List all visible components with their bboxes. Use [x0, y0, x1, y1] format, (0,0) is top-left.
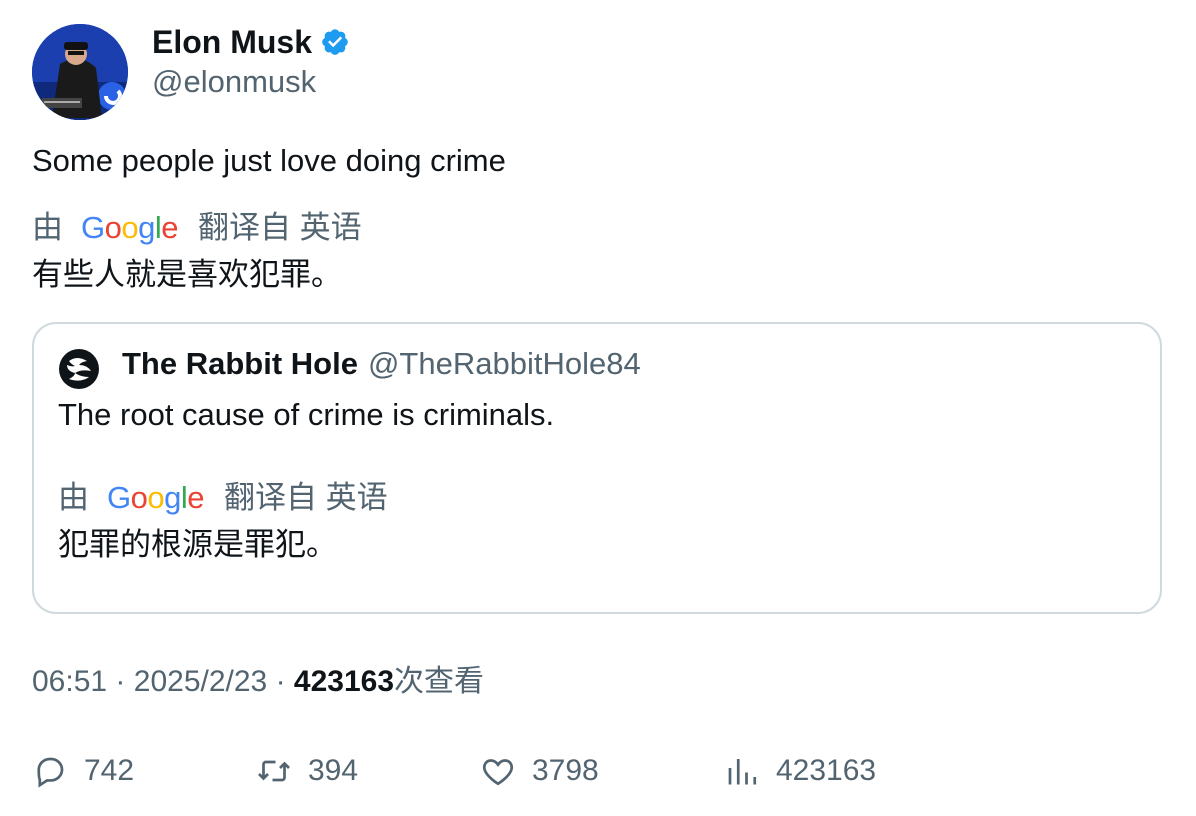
view-count: 423163 [293, 665, 395, 698]
retweet-icon [258, 760, 290, 782]
author-name-row[interactable]: Elon Musk [152, 22, 350, 62]
quote-author-name[interactable]: The Rabbit Hole [122, 342, 358, 386]
views-action-count: 423163 [776, 754, 877, 787]
translated-text: 有些人就是喜欢犯罪。 [32, 257, 342, 292]
action-bar: 742 394 3798 423163 [32, 746, 1164, 796]
retweet-button[interactable]: 394 [256, 746, 358, 796]
meta-separator: · [275, 665, 286, 698]
like-button[interactable]: 3798 [480, 746, 599, 796]
author-handle[interactable]: @elonmusk [152, 62, 316, 102]
translation-attribution: 由 Google 翻译自 英语 [32, 208, 362, 248]
tweet-text: Some people just love doing crime [32, 143, 506, 178]
retweet-count: 394 [308, 754, 359, 787]
reply-count: 742 [84, 754, 135, 787]
quote-translation-attribution: 由 Google 翻译自 英语 [58, 478, 388, 518]
quote-avatar[interactable] [58, 348, 100, 390]
like-count: 3798 [532, 754, 599, 787]
meta-separator: · [115, 665, 126, 698]
translation-suffix: 翻译自 英语 [198, 210, 362, 245]
quote-translation-suffix: 翻译自 英语 [224, 480, 388, 515]
quote-translation-prefix: 由 [58, 480, 89, 515]
author-name[interactable]: Elon Musk [152, 22, 312, 62]
avatar-image [32, 24, 128, 120]
views-button[interactable]: 423163 [724, 746, 876, 796]
quoted-tweet-card[interactable]: The Rabbit Hole @TheRabbitHole84 The roo… [32, 322, 1162, 614]
tweet-time[interactable]: 06:51 [32, 665, 107, 698]
google-logo: Google [107, 480, 205, 515]
reply-icon [37, 757, 64, 788]
reply-button[interactable]: 742 [32, 746, 134, 796]
verified-badge-icon [320, 27, 350, 57]
tweet-date[interactable]: 2025/2/23 [134, 665, 267, 698]
views-label: 次查看 [394, 665, 485, 698]
rabbit-logo-icon [59, 349, 99, 389]
analytics-icon [728, 759, 757, 785]
quote-header: The Rabbit Hole @TheRabbitHole84 [122, 342, 641, 386]
author-avatar[interactable] [32, 24, 128, 120]
quote-text: The root cause of crime is criminals. [58, 397, 555, 432]
heart-icon [482, 759, 514, 786]
translation-prefix: 由 [32, 210, 63, 245]
tweet-meta: 06:51 · 2025/2/23 · 423163次查看 [32, 660, 484, 704]
quote-author-handle[interactable]: @TheRabbitHole84 [368, 342, 641, 386]
google-logo: Google [81, 210, 179, 245]
quote-translated-text: 犯罪的根源是罪犯。 [58, 527, 337, 562]
